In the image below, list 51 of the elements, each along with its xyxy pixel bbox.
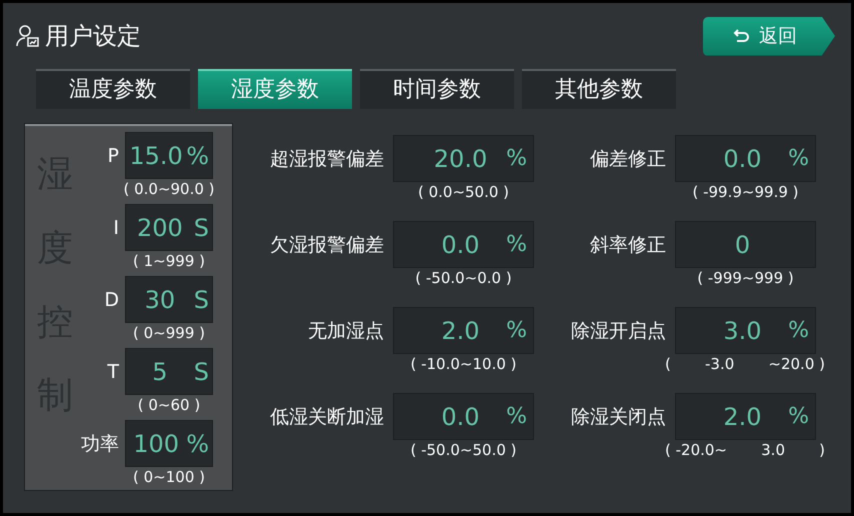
range-text: ( 0.0~90.0 ) bbox=[123, 179, 215, 199]
input-field[interactable]: 30 S bbox=[125, 276, 213, 323]
range-text: ) bbox=[819, 440, 825, 460]
range-text: ( 0~100 ) bbox=[133, 467, 205, 487]
parameter-label: 功率 bbox=[81, 432, 119, 456]
input-field[interactable]: 0.0 % bbox=[393, 221, 534, 268]
range-text: -3.0 bbox=[704, 354, 734, 374]
setting-label: 偏差修正 bbox=[590, 146, 666, 172]
setting-label: 超湿报警偏差 bbox=[270, 146, 384, 172]
range-text: ( 1~999 ) bbox=[133, 251, 205, 271]
range-text: ( -20.0~ bbox=[665, 440, 727, 460]
range-text: ( bbox=[665, 354, 671, 374]
tab[interactable]: 湿度参数 bbox=[198, 69, 352, 109]
range-text: ( -50.0~0.0 ) bbox=[415, 268, 512, 288]
range-text: ( -50.0~50.0 ) bbox=[410, 440, 517, 460]
input-field[interactable]: 0 bbox=[675, 221, 816, 268]
setting-label: 除湿关闭点 bbox=[571, 404, 666, 430]
range-text: ( -999~999 ) bbox=[697, 268, 794, 288]
parameter-label: D bbox=[104, 288, 119, 310]
setting-label: 斜率修正 bbox=[590, 232, 666, 258]
tab[interactable]: 时间参数 bbox=[360, 69, 514, 109]
setting-label: 无加湿点 bbox=[308, 318, 384, 344]
input-field[interactable]: 3.0 % bbox=[675, 307, 816, 354]
range-text: ( -99.9~99.9 ) bbox=[692, 182, 799, 202]
page-title: 用户设定 bbox=[45, 21, 141, 52]
input-field[interactable]: 2.0 % bbox=[393, 307, 534, 354]
parameter-label: T bbox=[107, 360, 119, 382]
range-text: ( -10.0~10.0 ) bbox=[410, 354, 517, 374]
back-button[interactable]: 返回 bbox=[703, 16, 835, 56]
range-text: ( 0.0~50.0 ) bbox=[418, 182, 510, 202]
tab[interactable]: 其他参数 bbox=[522, 69, 676, 109]
input-field[interactable]: 0.0 % bbox=[393, 393, 534, 440]
return-icon bbox=[733, 28, 751, 44]
input-field[interactable]: 20.0 % bbox=[393, 135, 534, 182]
range-text: ~20.0 ) bbox=[768, 354, 825, 374]
setting-label: 低湿关断加湿 bbox=[270, 404, 384, 430]
range-text: ( 0~999 ) bbox=[133, 323, 205, 343]
input-field[interactable]: 2.0 % bbox=[675, 393, 816, 440]
input-field[interactable]: 200 S bbox=[125, 204, 213, 251]
setting-label: 欠湿报警偏差 bbox=[270, 232, 384, 258]
tab[interactable]: 温度参数 bbox=[36, 69, 190, 109]
input-field[interactable]: 15.0% bbox=[125, 132, 213, 179]
setting-label: 除湿开启点 bbox=[571, 318, 666, 344]
input-field[interactable]: 5 S bbox=[125, 348, 213, 395]
parameter-label: I bbox=[113, 216, 119, 238]
range-text: ( 0~60 ) bbox=[138, 395, 200, 415]
input-field[interactable]: 0.0 % bbox=[675, 135, 816, 182]
range-text: 3.0 bbox=[761, 440, 785, 460]
parameter-label: P bbox=[108, 144, 119, 166]
user-icon bbox=[15, 23, 41, 49]
input-field[interactable]: 100 % bbox=[125, 420, 213, 467]
